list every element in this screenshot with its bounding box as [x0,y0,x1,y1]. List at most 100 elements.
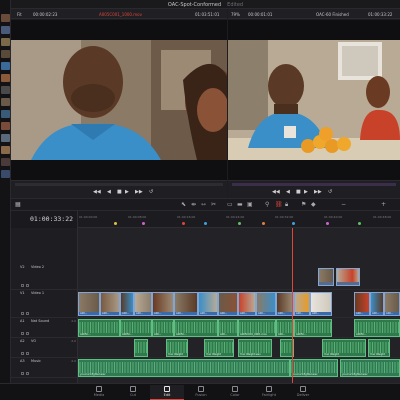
step-back-icon[interactable]: ◀ [286,189,290,195]
page-tab-cut[interactable]: Cut [116,385,150,400]
video-clip[interactable]: A00... [294,292,310,316]
source-viewer[interactable] [11,20,227,180]
video-clip[interactable] [318,268,334,286]
insert-icon[interactable]: ▭ [227,202,233,208]
timeline-ruler[interactable]: 01:00:00:00 01:00:08:00 01:00:16:00 01:0… [78,211,400,228]
media-thumb[interactable] [1,26,10,34]
audio-clip[interactable]: you-hurt-fighter.wav [78,359,290,377]
audio-clip[interactable]: A005C... [120,319,152,337]
jog-left-icon[interactable]: ◀◀ [93,189,101,195]
page-tab-media[interactable]: Media [82,385,116,400]
loop-icon[interactable]: ↺ [149,189,153,195]
audio-clip[interactable]: A005C... [174,319,218,337]
zoom-out-icon[interactable]: − [341,202,346,208]
video-clip[interactable]: A00... [134,292,152,316]
audio-clip[interactable]: A005C001_0901.mov [238,319,276,337]
video-clip[interactable]: A00... [354,292,370,316]
track-header-a2[interactable]: A2 VO 2.0 [11,338,78,358]
track-header-a3[interactable]: A3 Music 2.0 [11,358,78,378]
track-name[interactable]: VO [31,339,36,343]
mute-icon[interactable] [26,332,29,335]
dynamic-trim-icon[interactable]: ⇿ [201,202,206,208]
media-thumb[interactable] [1,74,10,82]
audio-clip[interactable]: A00... [218,319,238,337]
source-scrubber[interactable] [15,183,223,186]
mute-icon[interactable] [26,372,29,375]
timeline-marker[interactable] [238,222,241,225]
lock-icon[interactable] [21,284,24,287]
stop-icon[interactable]: ■ [117,189,122,195]
jog-left-icon[interactable]: ◀◀ [272,189,280,195]
visibility-icon[interactable] [26,284,29,287]
video-clip[interactable] [336,268,360,286]
audio-clip[interactable]: A005C... [294,319,332,337]
video-clip[interactable]: A00... [370,292,384,316]
track-name[interactable]: Video 1 [31,291,44,295]
source-zoom-select[interactable]: Fit [17,12,22,17]
loop-icon[interactable]: ↺ [328,189,332,195]
video-clip[interactable]: A00... [310,292,332,316]
zoom-in-icon[interactable]: + [381,202,386,208]
timeline-marker[interactable] [292,222,295,225]
blade-tool-icon[interactable]: ✂ [211,202,216,208]
track-header-v1[interactable]: V1 Video 1 [11,290,78,318]
media-thumb[interactable] [1,134,10,142]
media-thumb[interactable] [1,146,10,154]
timeline-marker[interactable] [358,222,361,225]
track-name[interactable]: Music [31,359,41,363]
audio-clip[interactable]: Your Weight [322,339,366,357]
audio-clip[interactable]: Your Weight.wav [238,339,272,357]
play-icon[interactable]: ▶ [125,189,129,195]
timeline-scrubber[interactable] [232,183,396,186]
track-header-v2[interactable]: V2 Video 2 [11,264,78,290]
media-thumb[interactable] [1,110,10,118]
audio-clip[interactable]: Your Weight [204,339,234,357]
lock-icon[interactable] [21,332,24,335]
grid-icon[interactable]: ▦ [15,202,21,208]
page-tab-fairlight[interactable]: Fairlight [252,385,286,400]
audio-clip[interactable]: you-hurt-fighter.wav [290,359,338,377]
timeline-marker[interactable] [326,222,329,225]
timeline-marker[interactable] [182,222,185,225]
track-name[interactable]: Nat Sound [31,319,49,323]
mute-icon[interactable] [26,352,29,355]
stop-icon[interactable]: ■ [296,189,301,195]
page-tab-edit[interactable]: Edit [150,385,184,400]
visibility-icon[interactable] [26,312,29,315]
timeline-marker[interactable] [114,222,117,225]
timeline-tracks-area[interactable]: A00... A00... A00... A00... A00... A00..… [78,228,400,383]
overwrite-icon[interactable]: ▬ [237,202,243,208]
video-clip[interactable]: A00... [100,292,120,316]
media-thumb[interactable] [1,38,10,46]
media-thumb[interactable] [1,86,10,94]
position-lock-icon[interactable]: 🔒︎ [285,202,288,208]
video-clip[interactable]: A00... [218,292,238,316]
media-thumb[interactable] [1,14,10,22]
audio-clip[interactable]: A005C... [78,319,120,337]
timeline-marker[interactable] [142,222,145,225]
track-header-a1[interactable]: A1 Nat Sound 2.0 [11,318,78,338]
media-thumb[interactable] [1,122,10,130]
video-clip[interactable]: A00... [198,292,218,316]
video-clip[interactable]: A00... [238,292,256,316]
timeline-name[interactable]: OAC-60 Finished [316,12,349,17]
page-tab-color[interactable]: Color [218,385,252,400]
audio-clip[interactable]: Your Weight [368,339,390,357]
timeline-zoom-select[interactable]: 79% [231,12,240,17]
video-clip[interactable]: A00... [78,292,100,316]
audio-clip[interactable]: A005C... [354,319,400,337]
audio-clip[interactable]: A00... [152,319,174,337]
audio-clip[interactable] [134,339,148,357]
flag-icon[interactable]: ⚑ [301,202,306,208]
select-tool-icon[interactable]: ⬉ [181,202,186,208]
snapping-icon[interactable]: ⚲ [265,202,269,208]
media-thumb[interactable] [1,158,10,166]
lock-icon[interactable] [21,312,24,315]
play-icon[interactable]: ▶ [304,189,308,195]
jog-right-icon[interactable]: ▶▶ [135,189,143,195]
playhead[interactable] [292,228,293,383]
timeline-marker[interactable] [262,222,265,225]
page-tab-fusion[interactable]: Fusion [184,385,218,400]
replace-icon[interactable]: ▣ [247,202,253,208]
lock-icon[interactable] [21,352,24,355]
